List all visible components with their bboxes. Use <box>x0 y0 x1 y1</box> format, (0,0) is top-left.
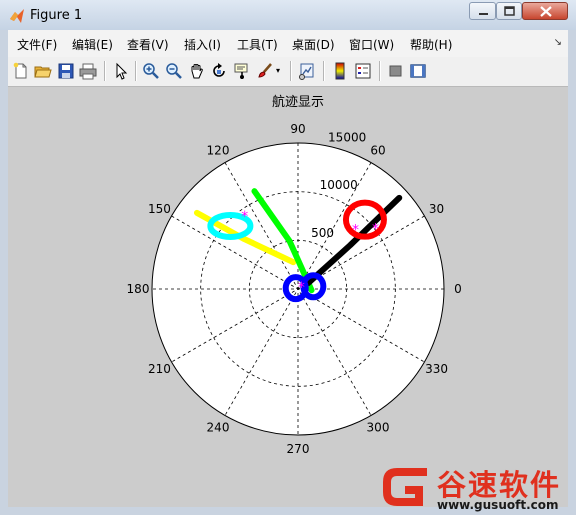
angle-tick-label: 0 <box>454 282 462 296</box>
close-button[interactable] <box>522 2 568 20</box>
title-bar: Figure 1 <box>0 0 576 30</box>
plot-area[interactable]: 航迹显示 * * * * 0 30 60 90 120 150 180 210 240 270 300 33… <box>8 87 568 507</box>
brush-dropdown-icon[interactable]: ▾ <box>276 66 280 75</box>
brand-g-icon <box>383 468 427 506</box>
maximize-button[interactable] <box>496 2 522 20</box>
angle-tick-label: 150 <box>148 202 171 216</box>
radial-tick-label: 15000 <box>328 130 366 144</box>
toolbar-separator <box>104 61 106 81</box>
toolbar-separator <box>323 61 325 81</box>
toolbar-separator <box>379 61 381 81</box>
angle-tick-label: 240 <box>207 421 230 435</box>
radial-tick-label: 500 <box>311 226 334 240</box>
watermark-logo: 谷速软件 www.gusuoft.com <box>377 458 576 515</box>
angle-tick-label: 120 <box>207 143 230 157</box>
star-marker: * <box>372 221 379 237</box>
show-tools-icon[interactable] <box>409 62 427 80</box>
brush-icon[interactable] <box>256 62 274 80</box>
zoom-in-icon[interactable] <box>142 62 160 80</box>
zoom-out-icon[interactable] <box>165 62 183 80</box>
menu-help[interactable]: 帮助(H) <box>410 36 452 53</box>
colorbar-icon[interactable] <box>331 62 349 80</box>
radial-tick-label: 10000 <box>320 178 358 192</box>
maximize-icon <box>504 6 515 16</box>
toolbar-separator <box>290 61 292 81</box>
menu-edit[interactable]: 编辑(E) <box>72 36 113 53</box>
link-plot-icon[interactable] <box>298 62 316 80</box>
menu-tools[interactable]: 工具(T) <box>237 36 278 53</box>
angle-tick-label: 270 <box>287 442 310 456</box>
close-icon <box>540 6 552 17</box>
new-file-icon[interactable] <box>12 62 30 80</box>
figure-toolbar: ▾ <box>8 57 568 87</box>
angle-tick-label: 60 <box>370 143 385 157</box>
figure-client-area: 文件(F) 编辑(E) 查看(V) 插入(I) 工具(T) 桌面(D) 窗口(W… <box>8 30 568 507</box>
polar-plot[interactable]: 航迹显示 * * * * 0 30 60 90 120 150 180 210 240 270 300 33… <box>8 87 568 507</box>
save-icon[interactable] <box>57 62 75 80</box>
angle-tick-label: 210 <box>148 362 171 376</box>
menu-desktop[interactable]: 桌面(D) <box>292 36 335 53</box>
legend-icon[interactable] <box>354 62 372 80</box>
angle-tick-label: 30 <box>429 202 444 216</box>
angle-tick-label: 180 <box>127 282 150 296</box>
matlab-icon <box>10 9 24 23</box>
chevron-icon[interactable]: ↘ <box>554 37 562 48</box>
menu-file[interactable]: 文件(F) <box>17 36 57 53</box>
watermark-url: www.gusuoft.com <box>437 498 559 512</box>
printer-icon[interactable] <box>79 62 97 80</box>
data-cursor-icon[interactable] <box>233 62 251 80</box>
angle-tick-label: 90 <box>290 122 305 136</box>
rotate-icon[interactable] <box>210 62 228 80</box>
angle-tick-label: 300 <box>367 421 390 435</box>
toolbar-separator <box>135 61 137 81</box>
hand-icon[interactable] <box>188 62 206 80</box>
plot-title: 航迹显示 <box>272 94 324 110</box>
menu-bar: 文件(F) 编辑(E) 查看(V) 插入(I) 工具(T) 桌面(D) 窗口(W… <box>8 30 568 58</box>
window-title: Figure 1 <box>30 8 83 23</box>
star-marker: * <box>352 222 359 238</box>
star-marker: * <box>298 280 305 296</box>
folder-open-icon[interactable] <box>34 62 52 80</box>
menu-window[interactable]: 窗口(W) <box>349 36 394 53</box>
menu-insert[interactable]: 插入(I) <box>184 36 221 53</box>
star-marker: * <box>241 209 248 225</box>
minimize-icon <box>479 13 488 15</box>
minimize-button[interactable] <box>469 2 496 20</box>
arrow-pointer-icon[interactable] <box>112 62 130 80</box>
figure-window: Figure 1 文件(F) 编辑(E) 查看(V) 插入(I) 工具(T) 桌… <box>0 0 576 515</box>
angle-tick-label: 330 <box>425 362 448 376</box>
menu-view[interactable]: 查看(V) <box>127 36 169 53</box>
hide-tools-icon[interactable] <box>387 62 405 80</box>
